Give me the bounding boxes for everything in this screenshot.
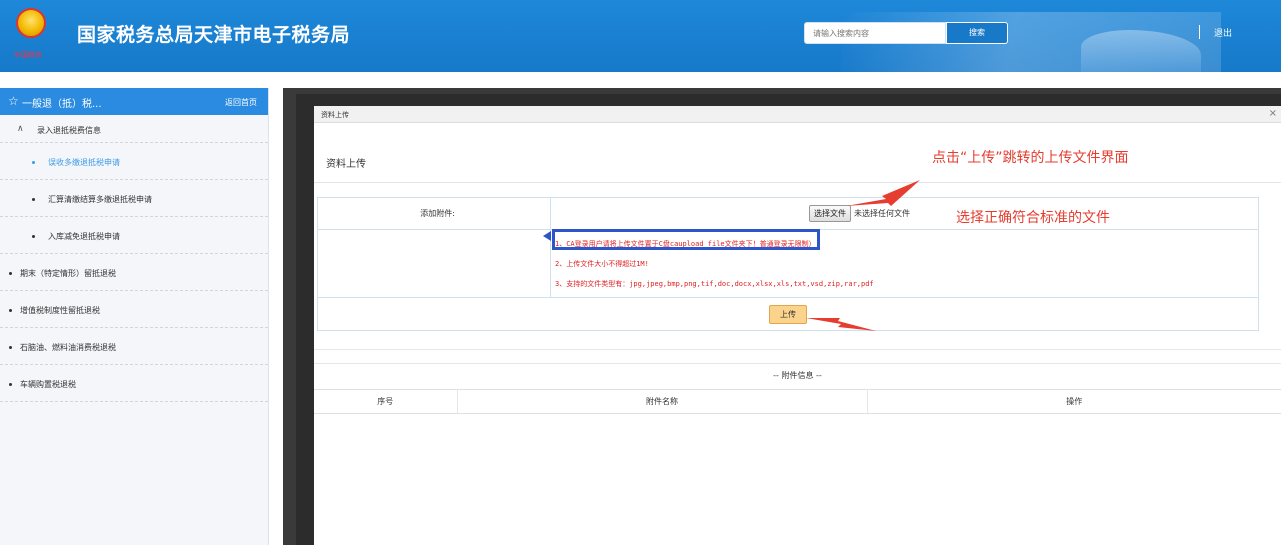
arrow-to-upload [806, 318, 876, 331]
arrow-to-choose-file [846, 180, 920, 206]
annotation-arrows [543, 180, 920, 331]
arrow-to-tip [543, 231, 551, 241]
